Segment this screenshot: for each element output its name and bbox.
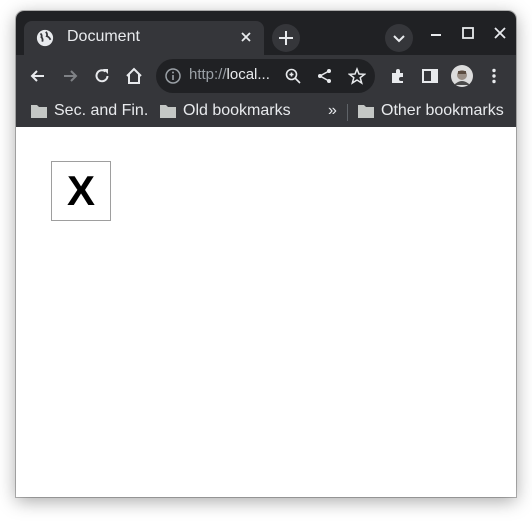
bookmarks-overflow-chevron: » (328, 102, 337, 119)
tab-search-button[interactable] (385, 24, 413, 52)
bookmarks-bar: Sec. and Fin. Old bookmarks » Other book… (16, 97, 516, 127)
url-scheme: http:// (189, 66, 227, 83)
kebab-menu-icon[interactable] (484, 66, 504, 86)
back-arrow-icon[interactable] (28, 66, 48, 86)
bookmark-folder-sec-fin[interactable]: Sec. and Fin. (31, 101, 161, 123)
x-box-button[interactable]: X (51, 161, 111, 221)
new-tab-button[interactable] (272, 24, 300, 52)
folder-icon (358, 105, 374, 118)
reload-icon[interactable] (92, 66, 112, 86)
close-icon[interactable] (492, 25, 508, 41)
chevron-down-icon (393, 35, 405, 43)
forward-arrow-icon[interactable] (60, 66, 80, 86)
maximize-icon[interactable] (460, 25, 476, 41)
x-box-label: X (66, 167, 95, 214)
zoom-icon[interactable] (284, 67, 302, 85)
share-icon[interactable] (316, 67, 334, 85)
url-text: http://local... (189, 66, 270, 83)
bookmarks-divider (347, 104, 348, 121)
page-content: X (16, 127, 516, 497)
puzzle-icon[interactable] (388, 66, 408, 86)
star-icon[interactable] (348, 67, 366, 85)
folder-icon (160, 105, 176, 118)
globe-icon (36, 29, 54, 47)
bookmark-label: Other bookmarks (381, 102, 504, 119)
minimize-icon[interactable] (428, 25, 444, 41)
title-bar: Document (16, 11, 516, 55)
tab-title: Document (67, 28, 140, 45)
close-icon[interactable] (238, 29, 254, 45)
browser-window: Document http://local... Sec. and Fin. O… (16, 11, 516, 497)
address-bar[interactable]: http://local... (156, 59, 375, 93)
side-panel-icon[interactable] (420, 66, 440, 86)
bookmark-folder-old[interactable]: Old bookmarks (160, 101, 300, 123)
toolbar: http://local... (16, 55, 516, 97)
bookmarks-overflow-button[interactable]: » (328, 101, 342, 123)
url-host: local... (226, 66, 270, 83)
bookmark-label: Old bookmarks (183, 102, 291, 119)
folder-icon (31, 105, 47, 118)
info-icon[interactable] (164, 67, 182, 85)
plus-icon (279, 31, 293, 45)
avatar[interactable] (450, 64, 474, 88)
tab-document[interactable]: Document (24, 21, 264, 55)
bookmark-folder-other[interactable]: Other bookmarks (358, 101, 513, 123)
bookmark-label: Sec. and Fin. (54, 102, 149, 119)
home-icon[interactable] (124, 66, 144, 86)
